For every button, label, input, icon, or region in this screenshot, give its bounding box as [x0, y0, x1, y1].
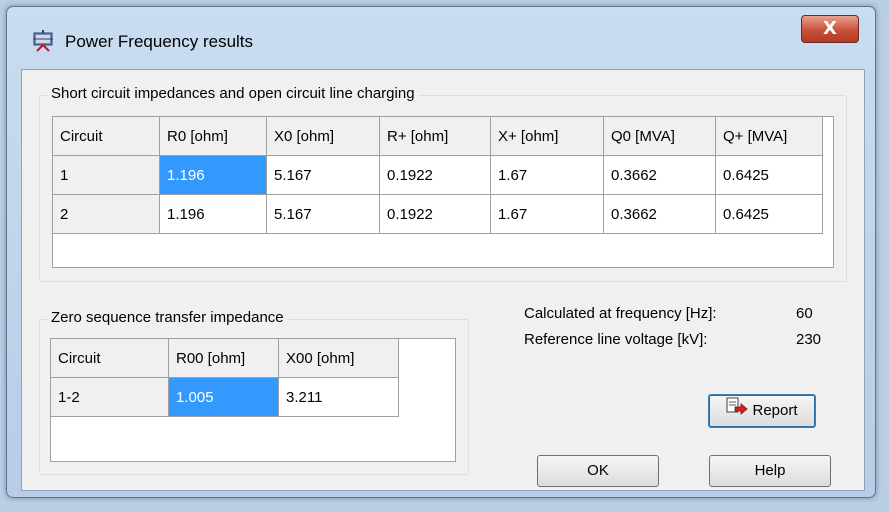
table-cell[interactable]: 1.196	[159, 194, 267, 234]
table-cell[interactable]: 0.3662	[603, 194, 716, 234]
column-header[interactable]: Circuit	[53, 117, 160, 156]
table-cell[interactable]: 0.6425	[715, 194, 823, 234]
table-row: 1-2 1.005 3.211	[51, 377, 399, 417]
voltage-label: Reference line voltage [kV]:	[524, 331, 708, 348]
grid-header-row: Circuit R00 [ohm] X00 [ohm]	[51, 339, 399, 378]
app-icon	[31, 29, 55, 53]
row-header[interactable]: 2	[53, 194, 160, 234]
help-button[interactable]: Help	[709, 455, 831, 487]
zero-sequence-groupbox: Zero sequence transfer impedance Circuit…	[39, 309, 469, 475]
report-arrow-icon	[726, 395, 749, 427]
window-title: Power Frequency results	[65, 32, 254, 51]
table-cell[interactable]: 5.167	[266, 155, 380, 195]
table-cell[interactable]: 0.3662	[603, 155, 716, 195]
row-header[interactable]: 1-2	[51, 377, 169, 417]
table-cell-selected[interactable]: 1.196	[159, 155, 267, 195]
column-header[interactable]: R0 [ohm]	[159, 117, 267, 156]
frequency-label: Calculated at frequency [Hz]:	[524, 305, 717, 322]
column-header[interactable]: R+ [ohm]	[379, 117, 491, 156]
table-cell[interactable]: 1.67	[490, 194, 604, 234]
ok-button[interactable]: OK	[537, 455, 659, 487]
table-cell[interactable]: 5.167	[266, 194, 380, 234]
table-cell[interactable]: 0.1922	[379, 194, 491, 234]
dialog-client-area: Short circuit impedances and open circui…	[21, 69, 865, 491]
impedance-groupbox: Short circuit impedances and open circui…	[39, 85, 847, 282]
zero-sequence-grid[interactable]: Circuit R00 [ohm] X00 [ohm] 1-2 1.005 3.…	[50, 338, 456, 462]
table-cell[interactable]: 1.67	[490, 155, 604, 195]
ok-button-label: OK	[587, 462, 609, 479]
grid-header-row: Circuit R0 [ohm] X0 [ohm] R+ [ohm] X+ [o…	[53, 117, 823, 156]
dialog-window: Power Frequency results X Short circuit …	[6, 6, 876, 498]
table-cell-selected[interactable]: 1.005	[168, 377, 279, 417]
column-header[interactable]: X0 [ohm]	[266, 117, 380, 156]
close-icon: X	[823, 18, 837, 39]
frequency-value: 60	[796, 305, 813, 322]
column-header[interactable]: X+ [ohm]	[490, 117, 604, 156]
voltage-value: 230	[796, 331, 822, 348]
table-row: 2 1.196 5.167 0.1922 1.67 0.3662 0.6425	[53, 194, 823, 234]
impedance-group-title: Short circuit impedances and open circui…	[48, 85, 418, 102]
column-header[interactable]: Circuit	[51, 339, 169, 378]
column-header[interactable]: R00 [ohm]	[168, 339, 279, 378]
title-bar[interactable]: Power Frequency results X	[7, 7, 875, 57]
column-header[interactable]: Q+ [MVA]	[715, 117, 823, 156]
column-header[interactable]: Q0 [MVA]	[603, 117, 716, 156]
column-header[interactable]: X00 [ohm]	[278, 339, 399, 378]
close-button[interactable]: X	[801, 15, 859, 43]
table-cell[interactable]: 0.1922	[379, 155, 491, 195]
table-cell[interactable]: 0.6425	[715, 155, 823, 195]
row-header[interactable]: 1	[53, 155, 160, 195]
table-row: 1 1.196 5.167 0.1922 1.67 0.3662 0.6425	[53, 155, 823, 195]
table-cell[interactable]: 3.211	[278, 377, 399, 417]
help-button-label: Help	[754, 462, 786, 479]
report-button-label: Report	[752, 402, 798, 419]
zero-sequence-group-title: Zero sequence transfer impedance	[48, 309, 287, 326]
report-button[interactable]: Report	[708, 394, 816, 428]
impedance-grid[interactable]: Circuit R0 [ohm] X0 [ohm] R+ [ohm] X+ [o…	[52, 116, 834, 268]
